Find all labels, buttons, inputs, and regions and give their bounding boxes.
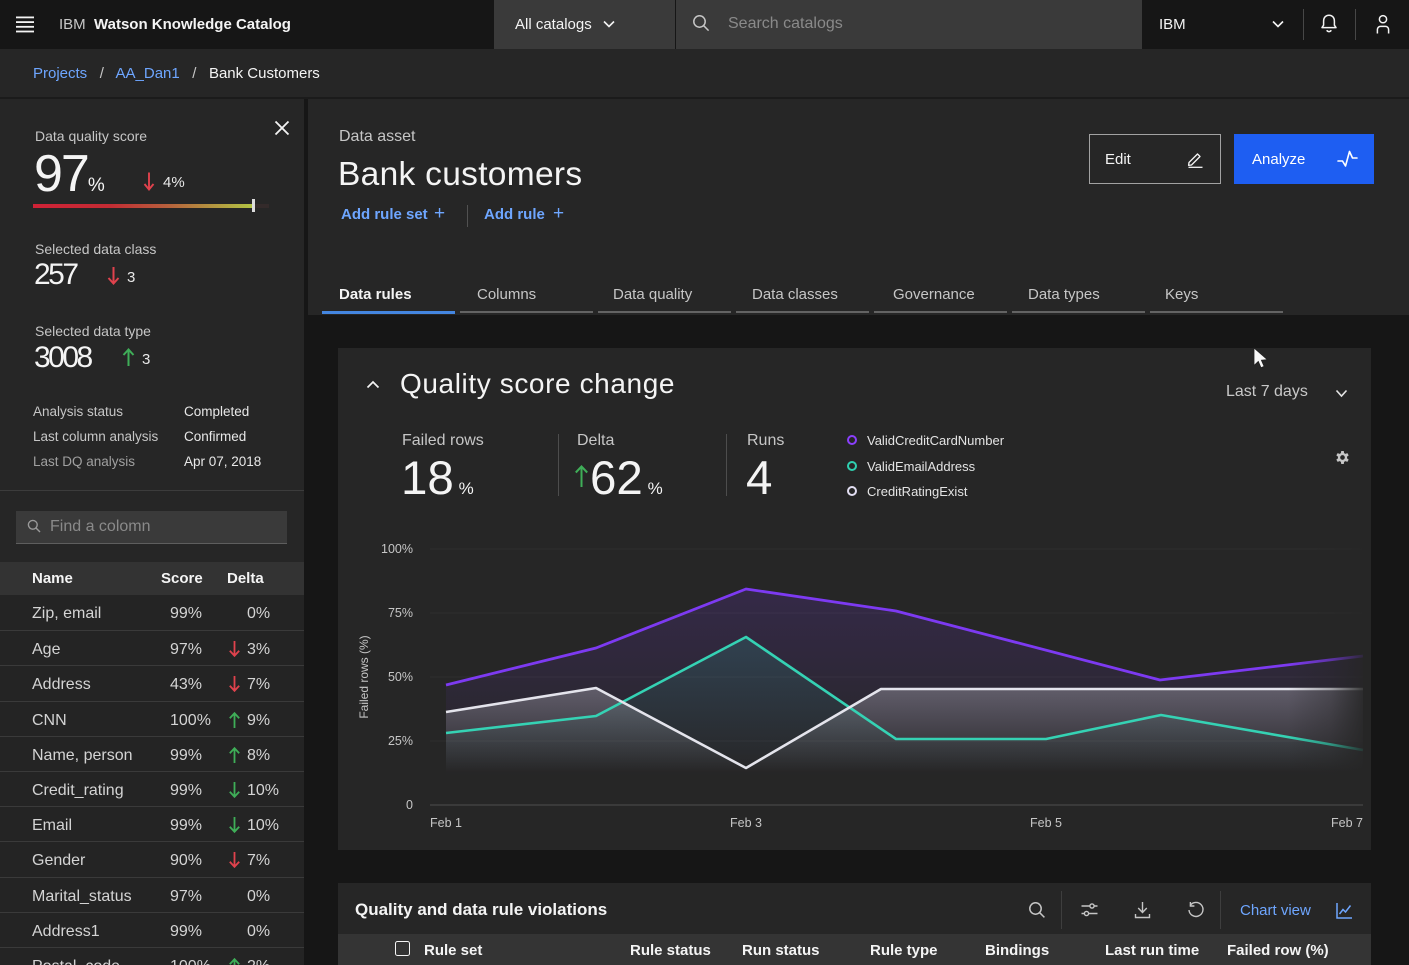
svg-text:25%: 25%: [388, 734, 413, 748]
svg-text:75%: 75%: [388, 606, 413, 620]
svg-text:Feb 1: Feb 1: [430, 816, 462, 830]
svg-text:Feb 5: Feb 5: [1030, 816, 1062, 830]
svg-text:Feb 3: Feb 3: [730, 816, 762, 830]
svg-text:100%: 100%: [381, 542, 413, 556]
svg-text:Failed rows (%): Failed rows (%): [357, 635, 371, 718]
svg-text:50%: 50%: [388, 670, 413, 684]
svg-text:Feb 7: Feb 7: [1331, 816, 1363, 830]
svg-text:0: 0: [406, 798, 413, 812]
